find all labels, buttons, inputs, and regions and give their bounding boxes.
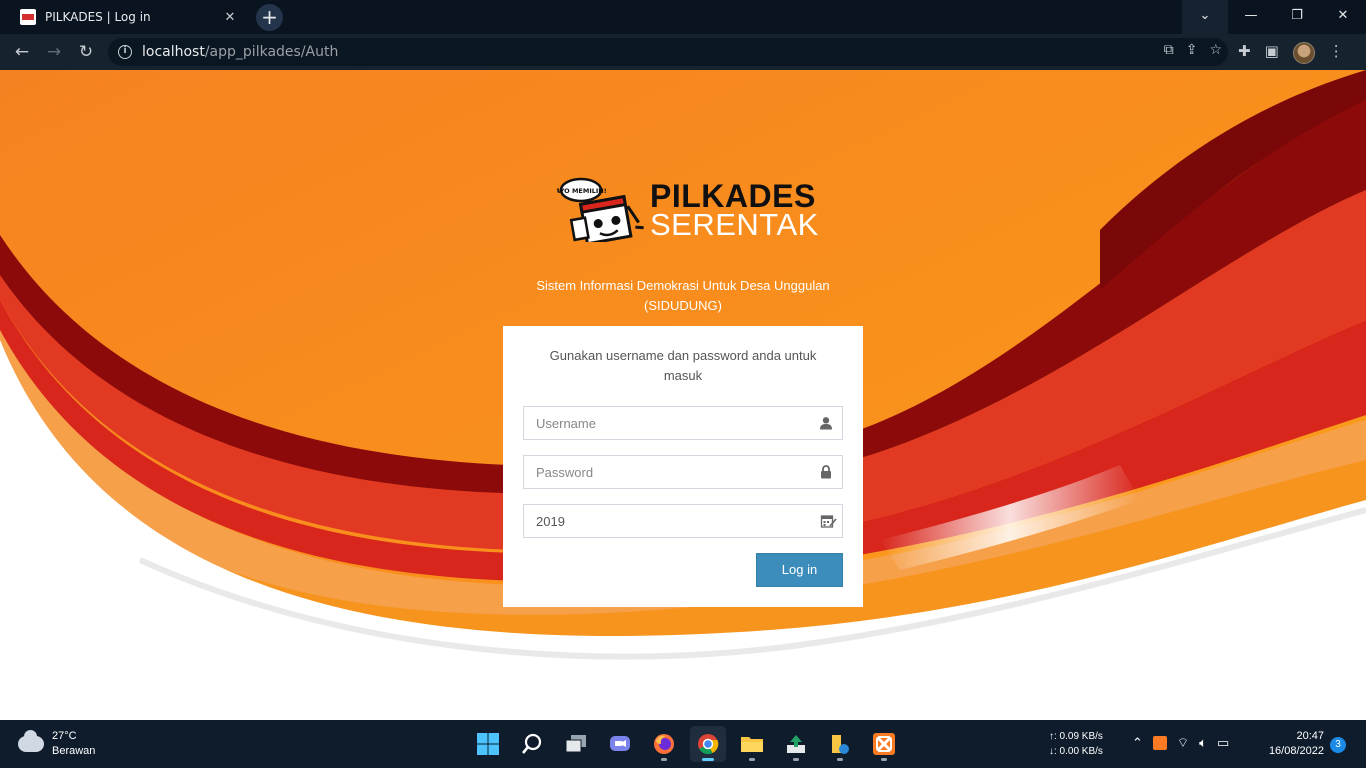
windows-icon (477, 733, 499, 755)
network-speed: ↑: 0.09 KB/s ↓: 0.00 KB/s (1049, 729, 1103, 759)
net-down: ↓: 0.00 KB/s (1049, 746, 1103, 757)
side-panel-icon[interactable]: ▣ (1265, 42, 1279, 64)
task-view-button[interactable] (558, 726, 594, 762)
bookmark-star-icon[interactable]: ☆ (1209, 42, 1222, 58)
notification-badge[interactable]: 3 (1330, 737, 1346, 753)
back-icon[interactable]: ← (10, 40, 34, 64)
weather-desc: Berawan (52, 745, 96, 757)
extensions-icon[interactable]: ✚ (1238, 42, 1251, 64)
forward-icon[interactable]: → (42, 40, 66, 64)
document-app-icon (832, 735, 849, 754)
password-input[interactable] (524, 456, 842, 488)
upload-app-icon (787, 735, 805, 753)
tagline-line1: Sistem Informasi Demokrasi Untuk Desa Un… (536, 278, 830, 293)
firefox-button[interactable] (646, 726, 682, 762)
lock-icon (821, 465, 831, 479)
task-view-icon (565, 735, 586, 753)
clock-date: 16/08/2022 (1268, 745, 1324, 757)
chrome-button[interactable] (690, 726, 726, 762)
net-up: ↑: 0.09 KB/s (1049, 731, 1103, 742)
tagline: Sistem Informasi Demokrasi Untuk Desa Un… (483, 276, 883, 316)
browser-tab-bar: PILKADES | Log in ✕ + ⌄ — ❐ ✕ (0, 0, 1366, 34)
chrome-icon (698, 734, 719, 755)
address-bar[interactable]: i localhost/app_pilkades/Auth ⧉ ⇪ ☆ (108, 38, 1228, 66)
tab-title: PILKADES | Log in (45, 10, 151, 24)
username-input[interactable] (524, 407, 842, 439)
mascot-badge-text: AYO MEMILIH! (557, 187, 607, 195)
favicon-icon (20, 9, 36, 25)
calendar-edit-icon (820, 515, 837, 528)
firefox-icon (654, 734, 674, 754)
weather-widget[interactable]: 27°C Berawan (18, 729, 95, 759)
url-path: /app_pilkades/Auth (204, 44, 339, 60)
app-green-button[interactable] (778, 726, 814, 762)
username-field (523, 406, 843, 440)
password-field (523, 455, 843, 489)
browser-toolbar: ← → ↻ i localhost/app_pilkades/Auth ⧉ ⇪ … (0, 34, 1366, 70)
share-icon[interactable]: ⇪ (1186, 42, 1198, 58)
app-document-button[interactable] (822, 726, 858, 762)
search-icon (522, 733, 542, 754)
login-message: Gunakan username dan password anda untuk… (523, 346, 843, 386)
volume-icon[interactable]: 🔈︎ (1199, 735, 1207, 751)
ballot-mascot-icon: AYO MEMILIH! (557, 177, 644, 242)
chat-icon (610, 736, 630, 751)
login-message-line2: masuk (663, 368, 703, 383)
wifi-icon[interactable]: ⌔ (1177, 735, 1189, 751)
user-icon (820, 417, 832, 430)
url-host: localhost (142, 44, 205, 60)
xampp-icon (873, 733, 895, 755)
clock[interactable]: 20:47 16/08/2022 (1254, 729, 1324, 759)
login-button[interactable]: Log in (756, 553, 843, 587)
tab-search-button[interactable]: ⌄ (1182, 0, 1228, 34)
brand-line2: SERENTAK (650, 207, 819, 242)
teams-chat-button[interactable] (602, 726, 638, 762)
weather-temp: 27°C (52, 730, 77, 742)
clock-time: 20:47 (1296, 730, 1324, 742)
year-field (523, 504, 843, 538)
site-info-icon[interactable]: i (118, 45, 132, 59)
login-box: Gunakan username dan password anda untuk… (503, 326, 863, 607)
browser-tab[interactable]: PILKADES | Log in ✕ (8, 0, 248, 34)
menu-kebab-icon[interactable]: ⋮ (1329, 42, 1344, 64)
pilkades-logo: AYO MEMILIH! PILKADES SERENTAK (557, 174, 819, 242)
restore-button[interactable]: ❐ (1274, 0, 1320, 34)
reload-icon[interactable]: ↻ (74, 40, 98, 64)
folder-icon (741, 737, 763, 752)
start-button[interactable] (470, 726, 506, 762)
profile-avatar[interactable] (1292, 42, 1315, 64)
page-content: AYO MEMILIH! PILKADES SERENTAK Sistem In… (0, 70, 1366, 720)
year-input[interactable] (524, 505, 842, 537)
file-explorer-button[interactable] (734, 726, 770, 762)
system-tray: ⌃ ⌔ 🔈︎ ▭ (1132, 735, 1229, 751)
xampp-button[interactable] (866, 726, 902, 762)
cloud-icon (18, 730, 44, 752)
taskbar-apps (470, 726, 902, 762)
minimize-button[interactable]: — (1228, 0, 1274, 34)
close-window-button[interactable]: ✕ (1320, 0, 1366, 34)
tab-close-icon[interactable]: ✕ (220, 10, 240, 25)
chevron-up-icon[interactable]: ⌃ (1132, 735, 1143, 751)
tagline-line2: (SIDUDUNG) (644, 298, 722, 313)
taskbar: 27°C Berawan ↑: 0.09 KB/s ↓: 0.00 KB/s ⌃… (0, 720, 1366, 768)
battery-icon[interactable]: ▭ (1217, 735, 1229, 751)
xampp-tray-icon[interactable] (1152, 736, 1167, 750)
new-tab-button[interactable]: + (256, 4, 283, 31)
login-message-line1: Gunakan username dan password anda untuk (549, 348, 817, 363)
search-button[interactable] (514, 726, 550, 762)
translate-icon[interactable]: ⧉ (1164, 42, 1174, 58)
